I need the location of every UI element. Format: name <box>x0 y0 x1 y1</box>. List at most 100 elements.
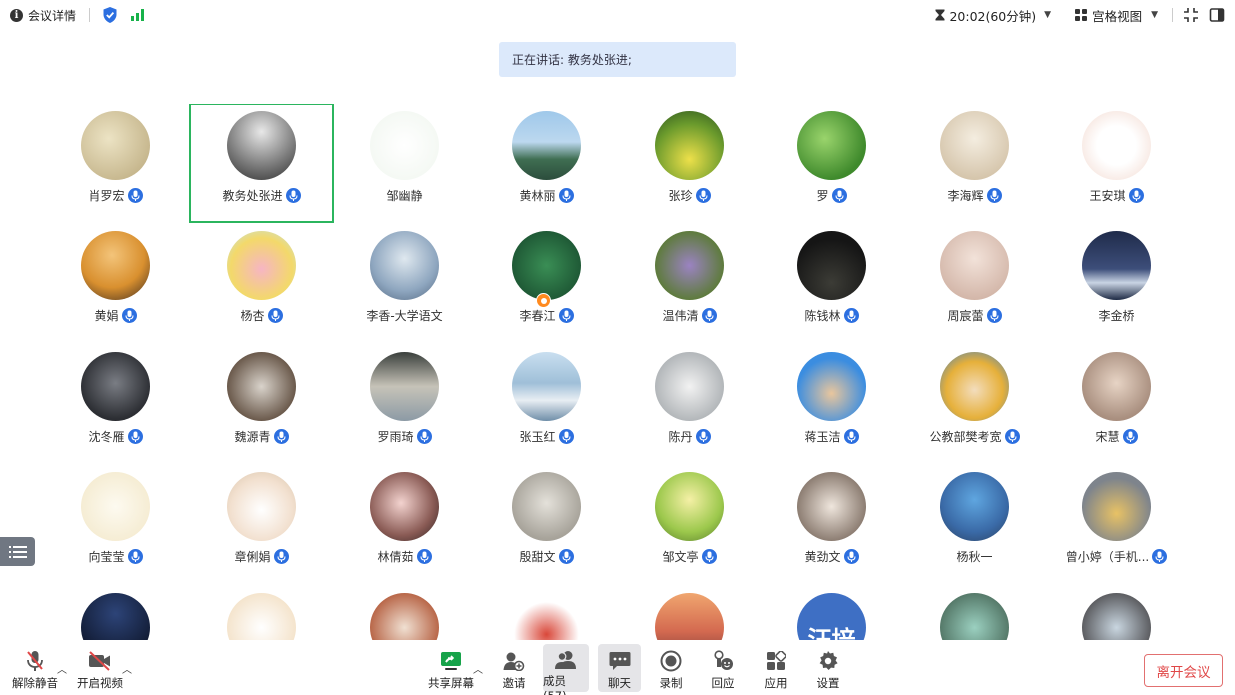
participant-tile[interactable]: 魏源青 <box>190 345 333 463</box>
start-video-button[interactable]: 开启视频 <box>76 644 124 692</box>
mic-icon <box>986 188 1002 203</box>
caret-down-icon: ▼ <box>1044 10 1052 20</box>
participant-tile[interactable]: 肖罗宏 <box>44 104 187 222</box>
meeting-timer[interactable]: 20:02(60分钟) ▼ <box>935 6 1051 25</box>
video-options-chevron-up-icon[interactable]: ︿ <box>122 661 132 676</box>
participant-tile[interactable]: 向莹莹 <box>44 465 187 583</box>
mic-icon <box>1128 188 1144 203</box>
participant-tile[interactable]: 邹幽静 <box>333 104 476 222</box>
participant-name: 林倩茹 <box>377 550 414 564</box>
participant-tile[interactable]: 汪培 <box>760 586 903 640</box>
unmute-button[interactable]: 解除静音 <box>12 644 58 692</box>
avatar <box>227 472 296 541</box>
shield-icon[interactable] <box>103 7 117 23</box>
mic-icon <box>273 429 289 444</box>
members-label: 成员(57) <box>543 674 567 695</box>
meeting-details-button[interactable]: i 会议详情 <box>10 7 76 24</box>
settings-button[interactable]: 设置 <box>813 644 843 692</box>
participant-tile[interactable]: 陈钱林 <box>760 224 903 342</box>
participant-tile[interactable]: 李香-大学语文 <box>333 224 476 342</box>
participant-tile[interactable]: 章俐娟 <box>190 465 333 583</box>
participant-tile[interactable] <box>190 586 333 640</box>
unmute-label: 解除静音 <box>12 676 58 690</box>
participant-name: 沈冬雁 <box>88 430 125 444</box>
participant-tile[interactable]: 周宸蕾 <box>903 224 1046 342</box>
divider <box>89 8 91 22</box>
participant-name-row: 李海辉 <box>903 187 1046 204</box>
participant-tile[interactable]: 曾小婷（手机... <box>1045 465 1187 583</box>
invite-button[interactable]: 邀请 <box>497 644 531 692</box>
participant-tile[interactable] <box>333 586 476 640</box>
participant-tile[interactable] <box>618 586 761 640</box>
avatar <box>940 231 1009 300</box>
participant-tile[interactable]: 殷甜文 <box>475 465 618 583</box>
participant-tile[interactable]: 杨杏 <box>190 224 333 342</box>
mic-muted-icon <box>25 650 45 672</box>
participant-tile[interactable]: 李春江 <box>475 224 618 342</box>
mic-icon <box>127 188 143 203</box>
chat-button[interactable]: 聊天 <box>598 644 641 692</box>
hourglass-icon <box>935 9 945 21</box>
participant-tile[interactable]: 李金桥 <box>1045 224 1187 342</box>
participant-tile[interactable] <box>44 586 187 640</box>
share-options-chevron-up-icon[interactable]: ︿ <box>473 661 483 676</box>
leave-meeting-button[interactable]: 离开会议 <box>1144 654 1223 687</box>
caret-down-icon: ▼ <box>1151 10 1158 20</box>
reactions-button[interactable]: 回应 <box>708 644 738 692</box>
participant-name-row: 林倩茹 <box>333 548 476 565</box>
gear-icon <box>817 650 839 672</box>
list-toggle-button[interactable] <box>0 537 35 566</box>
participant-tile[interactable]: 罗雨琦 <box>333 345 476 463</box>
avatar <box>1082 472 1151 541</box>
mic-icon <box>843 549 859 564</box>
participant-tile[interactable] <box>1045 586 1187 640</box>
participant-name-row: 温伟清 <box>618 307 761 324</box>
participant-tile[interactable]: 李海辉 <box>903 104 1046 222</box>
host-badge-icon <box>536 293 551 308</box>
bottom-toolbar: 解除静音 ︿ 开启视频 ︿ 共享屏幕 ︿ 邀请 成员 聊天 录制 回应 应用 设… <box>0 641 1235 695</box>
participant-tile[interactable]: 林倩茹 <box>333 465 476 583</box>
grid-view-icon <box>1075 9 1088 21</box>
signal-icon[interactable] <box>131 9 145 21</box>
participant-name: 公教部樊考宽 <box>929 430 1002 444</box>
participant-tile[interactable] <box>475 586 618 640</box>
participant-grid: 肖罗宏 教务处张进 邹幽静 黄林丽 张珍 罗 李海辉 王安琪黄娟 杨杏 李香-大学语文 李春江 温伟清… <box>44 104 1187 640</box>
participant-tile[interactable]: 宋慧 <box>1045 345 1187 463</box>
participant-tile[interactable] <box>903 586 1046 640</box>
participant-name-row: 蒋玉洁 <box>760 428 903 445</box>
shrink-icon[interactable] <box>1183 7 1199 23</box>
participant-tile[interactable]: 公教部樊考宽 <box>903 345 1046 463</box>
participant-tile[interactable]: 黄林丽 <box>475 104 618 222</box>
avatar <box>512 593 581 640</box>
view-mode-selector[interactable]: 宫格视图 ▼ <box>1075 6 1158 25</box>
participant-tile[interactable]: 陈丹 <box>618 345 761 463</box>
participant-tile[interactable]: 张玉红 <box>475 345 618 463</box>
participant-tile[interactable]: 张珍 <box>618 104 761 222</box>
avatar <box>1082 352 1151 421</box>
apps-button[interactable]: 应用 <box>761 644 791 692</box>
members-button[interactable]: 成员(57) <box>543 644 589 695</box>
timer-label: 20:02(60分钟) <box>949 8 1037 24</box>
participant-tile[interactable]: 杨秋一 <box>903 465 1046 583</box>
participant-name-row: 罗雨琦 <box>333 428 476 445</box>
side-panel-icon[interactable] <box>1209 7 1225 23</box>
avatar <box>940 352 1009 421</box>
participant-name-row: 殷甜文 <box>475 548 618 565</box>
participant-tile[interactable]: 蒋玉洁 <box>760 345 903 463</box>
participant-tile[interactable]: 王安琪 <box>1045 104 1187 222</box>
participant-tile[interactable]: 黄劲文 <box>760 465 903 583</box>
participant-tile[interactable]: 黄娟 <box>44 224 187 342</box>
share-screen-button[interactable]: 共享屏幕 <box>427 644 475 692</box>
participant-tile[interactable]: 邹文亭 <box>618 465 761 583</box>
participant-tile[interactable]: 罗 <box>760 104 903 222</box>
participant-tile[interactable]: 沈冬雁 <box>44 345 187 463</box>
avatar <box>227 593 296 640</box>
participant-tile[interactable]: 教务处张进 <box>189 104 334 223</box>
participant-name: 李香-大学语文 <box>366 309 443 323</box>
record-button[interactable]: 录制 <box>656 644 686 692</box>
audio-options-chevron-up-icon[interactable]: ︿ <box>57 661 67 676</box>
mic-icon <box>843 308 859 323</box>
participant-name-row: 宋慧 <box>1045 428 1187 445</box>
record-label: 录制 <box>659 676 683 690</box>
participant-tile[interactable]: 温伟清 <box>618 224 761 342</box>
